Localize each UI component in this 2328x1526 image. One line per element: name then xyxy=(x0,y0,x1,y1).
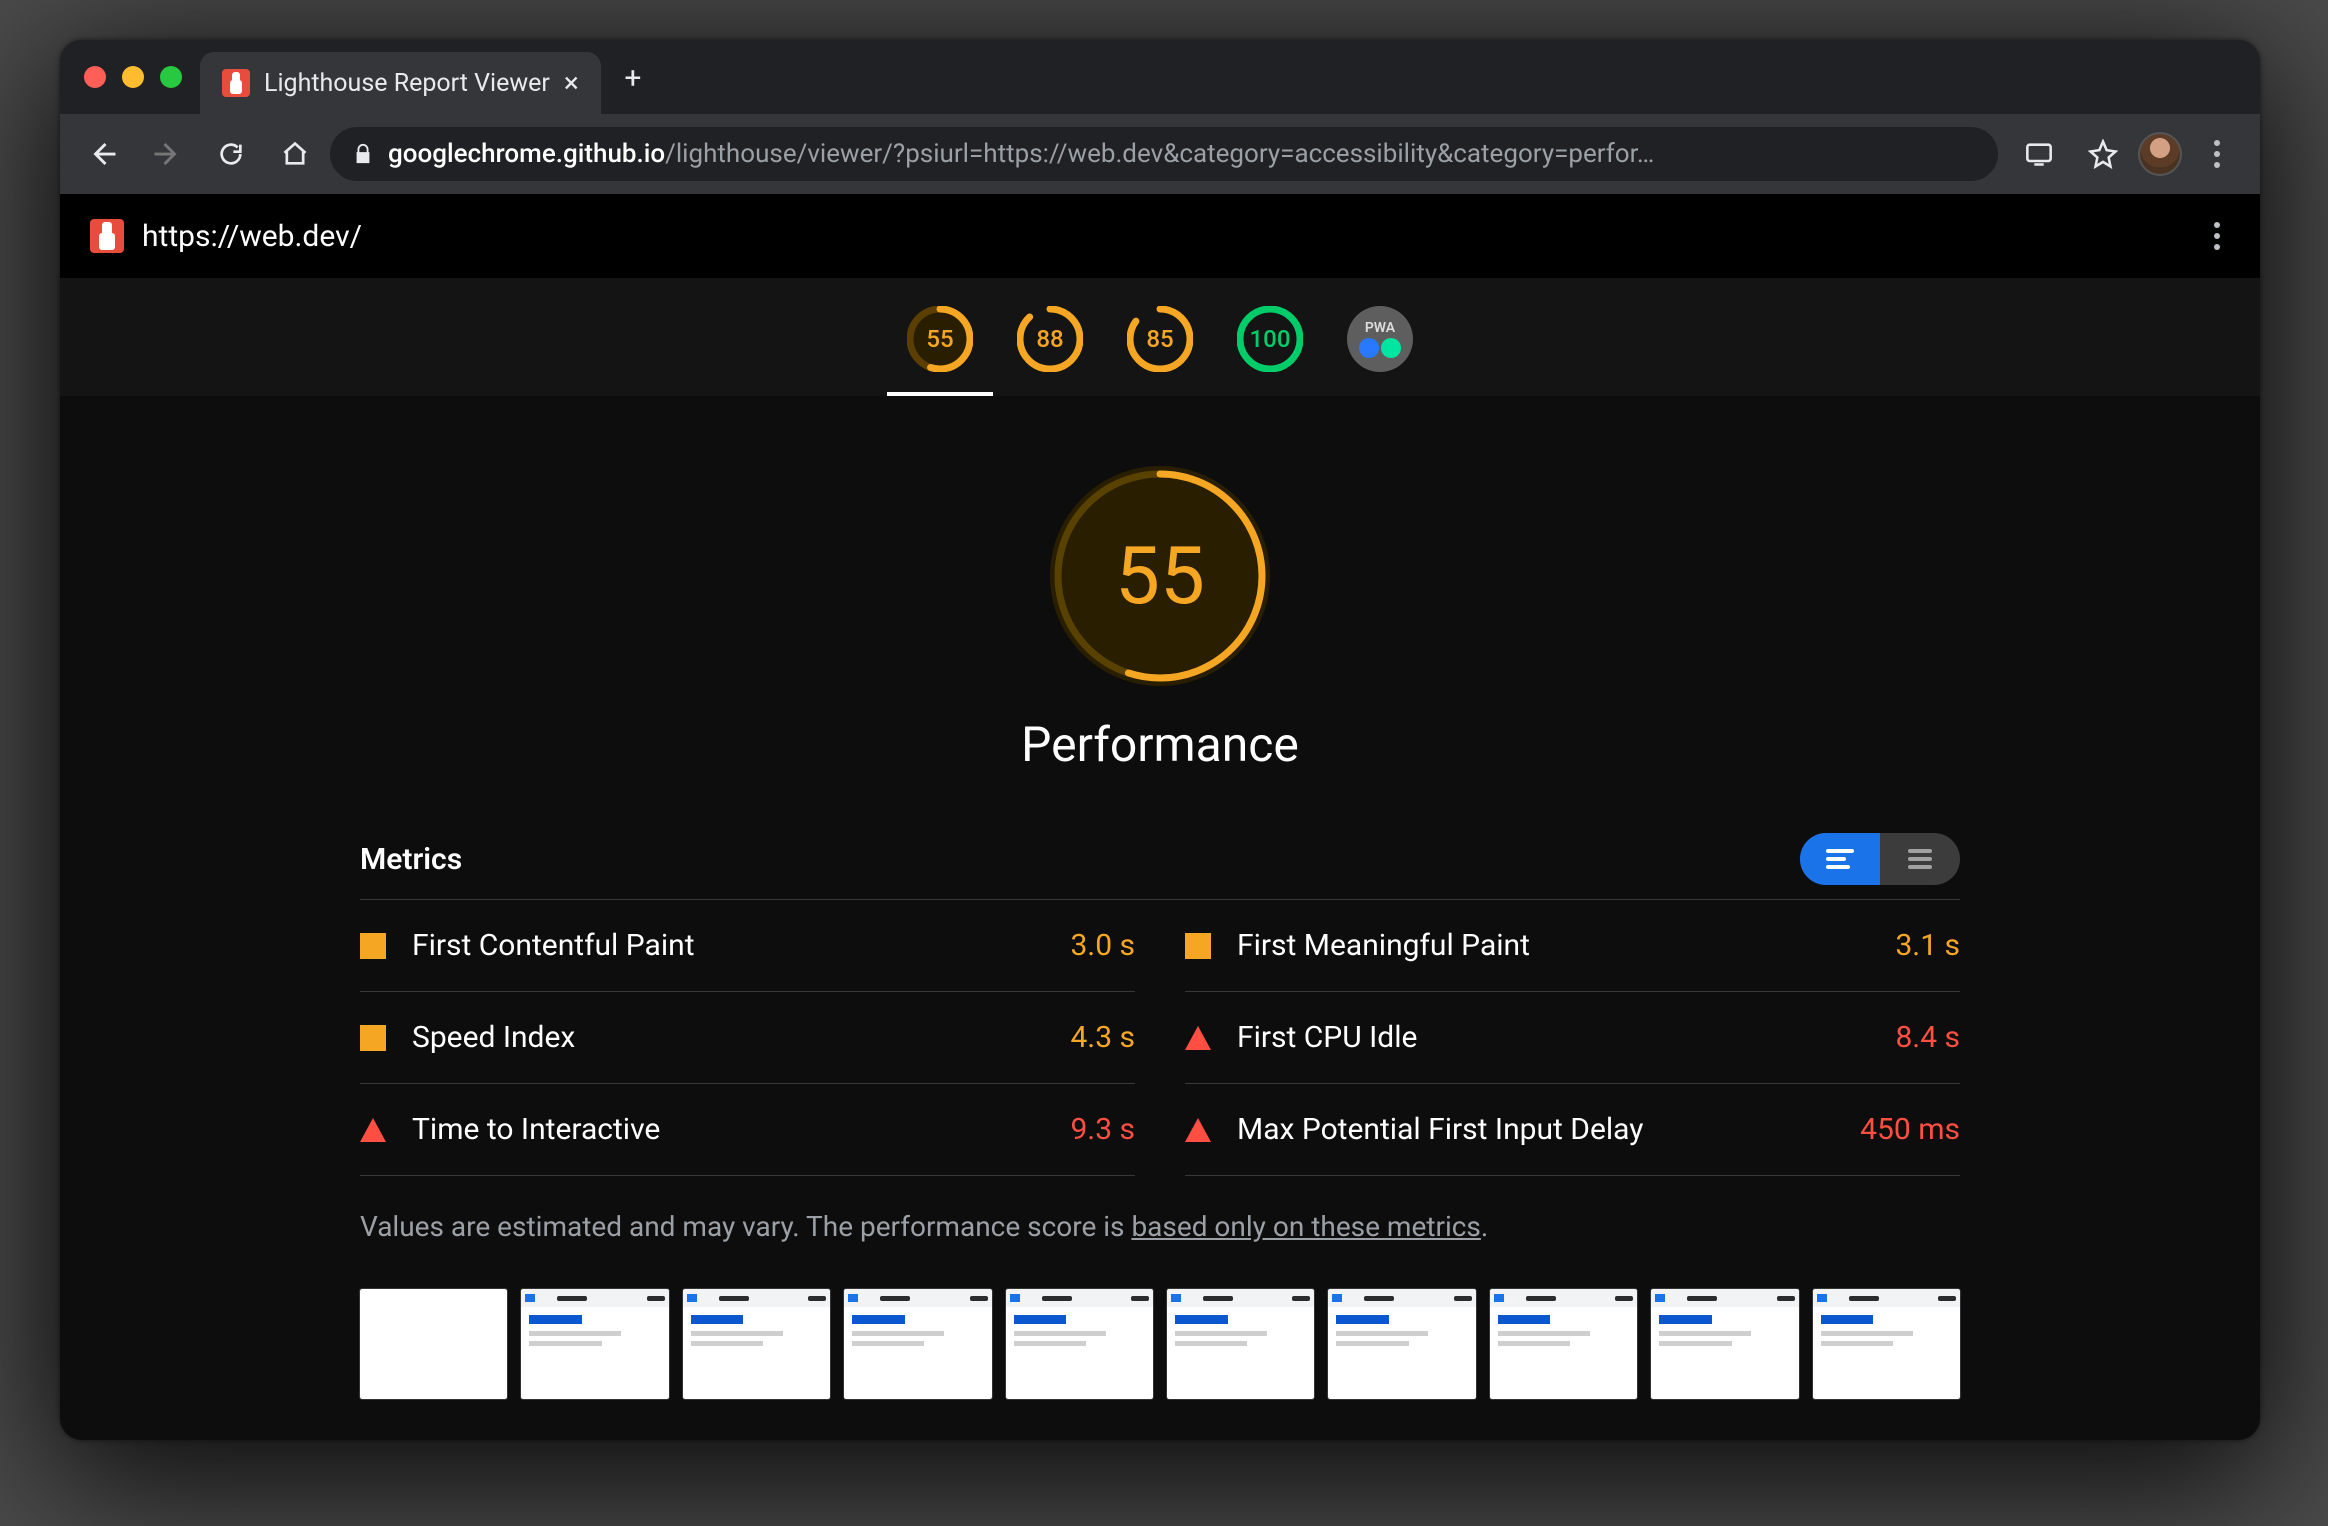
address-bar[interactable]: googlechrome.github.io/lighthouse/viewer… xyxy=(330,127,1998,181)
browser-tab[interactable]: Lighthouse Report Viewer × xyxy=(200,52,601,114)
filmstrip-thumbnail[interactable] xyxy=(521,1289,668,1399)
pwa-badge[interactable]: PWA xyxy=(1347,306,1413,372)
gauge-score: 55 xyxy=(926,325,953,353)
filmstrip-thumbnail[interactable] xyxy=(1813,1289,1960,1399)
metric-name: First Contentful Paint xyxy=(412,928,1070,963)
filmstrip-thumbnail[interactable] xyxy=(1490,1289,1637,1399)
filmstrip-thumbnail[interactable] xyxy=(683,1289,830,1399)
report-menu-button[interactable] xyxy=(2204,212,2230,260)
category-gauge-0[interactable]: 55 xyxy=(907,306,973,372)
titlebar: Lighthouse Report Viewer × + xyxy=(60,40,2260,114)
browser-menu-button[interactable] xyxy=(2188,125,2246,183)
metric-name: Max Potential First Input Delay xyxy=(1237,1112,1860,1147)
filmstrip-thumbnail[interactable] xyxy=(1167,1289,1314,1399)
square-icon xyxy=(360,933,386,959)
reload-icon xyxy=(217,140,245,168)
metric-value: 450 ms xyxy=(1860,1112,1960,1147)
profile-avatar[interactable] xyxy=(2138,132,2182,176)
url-path: /lighthouse/viewer/?psiurl=https://web.d… xyxy=(665,139,1654,169)
filmstrip-thumbnail[interactable] xyxy=(360,1289,507,1399)
browser-window: Lighthouse Report Viewer × + xyxy=(60,40,2260,1440)
metric-row[interactable]: First Meaningful Paint 3.1 s xyxy=(1185,900,1960,992)
lighthouse-icon xyxy=(90,219,124,253)
performance-score: 55 xyxy=(1115,529,1205,623)
arrow-left-icon xyxy=(88,139,118,169)
window-minimize-button[interactable] xyxy=(122,66,144,88)
metric-row[interactable]: Max Potential First Input Delay 450 ms xyxy=(1185,1084,1960,1176)
category-gauge-1[interactable]: 88 xyxy=(1017,306,1083,372)
window-maximize-button[interactable] xyxy=(160,66,182,88)
triangle-icon xyxy=(360,1118,386,1142)
screen-icon xyxy=(2025,140,2053,168)
gauge-score: 85 xyxy=(1146,325,1173,353)
metric-value: 8.4 s xyxy=(1895,1020,1960,1055)
filmstrip-thumbnail[interactable] xyxy=(1006,1289,1153,1399)
triangle-icon xyxy=(1185,1026,1211,1050)
metric-value: 3.0 s xyxy=(1070,928,1135,963)
cast-button[interactable] xyxy=(2010,125,2068,183)
gauge-score: 88 xyxy=(1036,325,1063,353)
metric-name: First CPU Idle xyxy=(1237,1020,1895,1055)
reload-button[interactable] xyxy=(202,125,260,183)
browser-toolbar: googlechrome.github.io/lighthouse/viewer… xyxy=(60,114,2260,194)
metric-value: 4.3 s xyxy=(1070,1020,1135,1055)
metric-row[interactable]: First CPU Idle 8.4 s xyxy=(1185,992,1960,1084)
category-gauges: 55 88 85 100 PWA xyxy=(60,278,2260,396)
metrics-view-toggle xyxy=(1800,833,1960,885)
url-host: googlechrome.github.io xyxy=(388,139,665,169)
back-button[interactable] xyxy=(74,125,132,183)
report-header: https://web.dev/ xyxy=(60,194,2260,278)
url-text: googlechrome.github.io/lighthouse/viewer… xyxy=(388,139,1654,169)
page-content: https://web.dev/ 55 88 85 100 PWA 55 xyxy=(60,194,2260,1440)
metric-name: First Meaningful Paint xyxy=(1237,928,1895,963)
metric-row[interactable]: First Contentful Paint 3.0 s xyxy=(360,900,1135,992)
home-button[interactable] xyxy=(266,125,324,183)
filmstrip-thumbnail[interactable] xyxy=(844,1289,991,1399)
category-gauge-3[interactable]: 100 xyxy=(1237,306,1303,372)
metrics-heading: Metrics xyxy=(360,842,462,877)
metric-name: Speed Index xyxy=(412,1020,1070,1055)
bookmark-button[interactable] xyxy=(2074,125,2132,183)
star-icon xyxy=(2088,139,2118,169)
selected-indicator xyxy=(887,392,993,396)
metrics-disclaimer: Values are estimated and may vary. The p… xyxy=(360,1176,1960,1269)
list-icon xyxy=(1908,849,1932,869)
filmstrip-thumbnail[interactable] xyxy=(1651,1289,1798,1399)
gauge-score: 100 xyxy=(1250,325,1291,353)
metric-row[interactable]: Speed Index 4.3 s xyxy=(360,992,1135,1084)
disclaimer-link[interactable]: based only on these metrics xyxy=(1131,1210,1480,1243)
plus-icon: + xyxy=(624,61,641,96)
kebab-icon xyxy=(2204,130,2230,178)
metric-value: 3.1 s xyxy=(1895,928,1960,963)
tab-title: Lighthouse Report Viewer xyxy=(264,69,550,98)
metrics-view-expanded[interactable] xyxy=(1880,833,1960,885)
metric-row[interactable]: Time to Interactive 9.3 s xyxy=(360,1084,1135,1176)
window-controls xyxy=(84,66,182,88)
metric-name: Time to Interactive xyxy=(412,1112,1070,1147)
category-gauge-2[interactable]: 85 xyxy=(1127,306,1193,372)
arrow-right-icon xyxy=(152,139,182,169)
forward-button[interactable] xyxy=(138,125,196,183)
home-icon xyxy=(281,140,309,168)
category-title: Performance xyxy=(1021,716,1299,773)
new-tab-button[interactable]: + xyxy=(609,54,657,102)
filmstrip-thumbnail[interactable] xyxy=(1328,1289,1475,1399)
square-icon xyxy=(360,1025,386,1051)
tab-close-button[interactable]: × xyxy=(564,69,579,97)
screenshot-thumbnails xyxy=(320,1269,2000,1439)
lock-icon xyxy=(352,143,374,165)
triangle-icon xyxy=(1185,1118,1211,1142)
window-close-button[interactable] xyxy=(84,66,106,88)
lighthouse-icon xyxy=(222,69,250,97)
metric-value: 9.3 s xyxy=(1070,1112,1135,1147)
metrics-view-condensed[interactable] xyxy=(1800,833,1880,885)
square-icon xyxy=(1185,933,1211,959)
list-icon xyxy=(1826,849,1854,869)
performance-gauge: 55 Performance xyxy=(360,436,1960,773)
tested-url: https://web.dev/ xyxy=(142,219,362,254)
